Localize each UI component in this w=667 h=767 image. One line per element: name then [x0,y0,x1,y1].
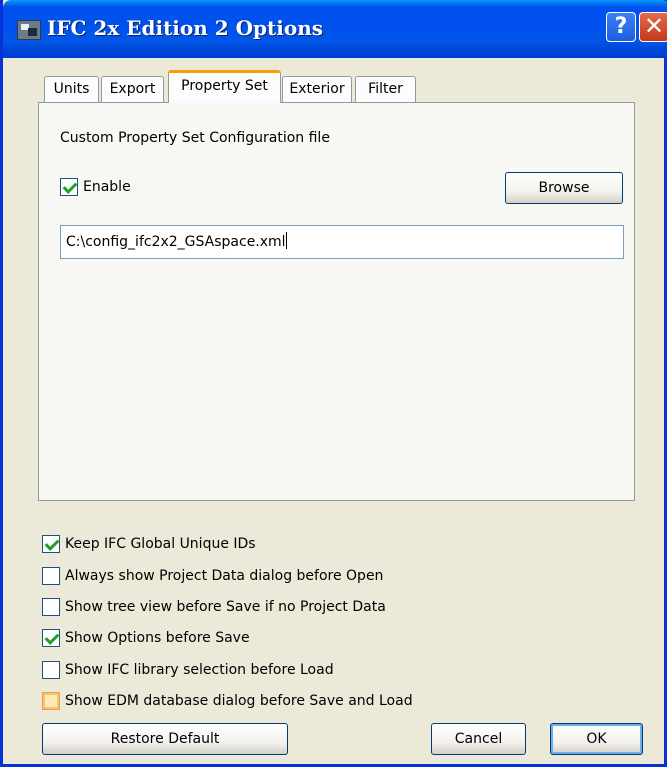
project-data-before-open-checkbox[interactable] [42,567,60,585]
app-icon [17,20,41,40]
keep-guid-label: Keep IFC Global Unique IDs [65,536,256,552]
title-bar[interactable]: IFC 2x Edition 2 Options ? ✕ [3,0,667,58]
options-before-save-label: Show Options before Save [65,630,250,646]
enable-label: Enable [83,179,131,195]
keep-guid-checkbox[interactable] [42,535,60,553]
options-dialog: IFC 2x Edition 2 Options ? ✕ Units Expor… [0,0,667,767]
project-data-before-open-label: Always show Project Data dialog before O… [65,568,384,584]
tree-view-before-save-checkbox[interactable] [42,598,60,616]
property-set-panel [38,102,635,501]
cancel-button[interactable]: Cancel [431,723,526,755]
config-file-path-input[interactable]: C:\config_ifc2x2_GSAspace.xml [60,225,624,259]
ifc-library-before-load-label: Show IFC library selection before Load [65,662,334,678]
options-before-save-checkbox[interactable] [42,629,60,647]
enable-checkbox[interactable] [60,178,78,196]
ifc-library-before-load-checkbox[interactable] [42,661,60,679]
tree-view-before-save-label: Show tree view before Save if no Project… [65,599,386,615]
config-file-path-value: C:\config_ifc2x2_GSAspace.xml [66,234,286,250]
tab-units[interactable]: Units [44,76,99,102]
custom-pset-heading: Custom Property Set Configuration file [60,130,330,146]
ok-button[interactable]: OK [550,723,643,755]
restore-default-button[interactable]: Restore Default [42,723,288,755]
tab-property-set[interactable]: Property Set [168,70,281,103]
help-button[interactable]: ? [606,12,636,42]
text-caret [285,232,287,249]
tab-filter[interactable]: Filter [355,76,416,102]
window-title: IFC 2x Edition 2 Options [47,16,324,40]
edm-dialog-label: Show EDM database dialog before Save and… [65,693,413,709]
edm-dialog-checkbox[interactable] [42,692,60,710]
tab-export[interactable]: Export [101,76,164,102]
browse-button[interactable]: Browse [505,172,623,204]
tab-exterior[interactable]: Exterior [282,76,352,102]
close-button[interactable]: ✕ [639,12,667,42]
